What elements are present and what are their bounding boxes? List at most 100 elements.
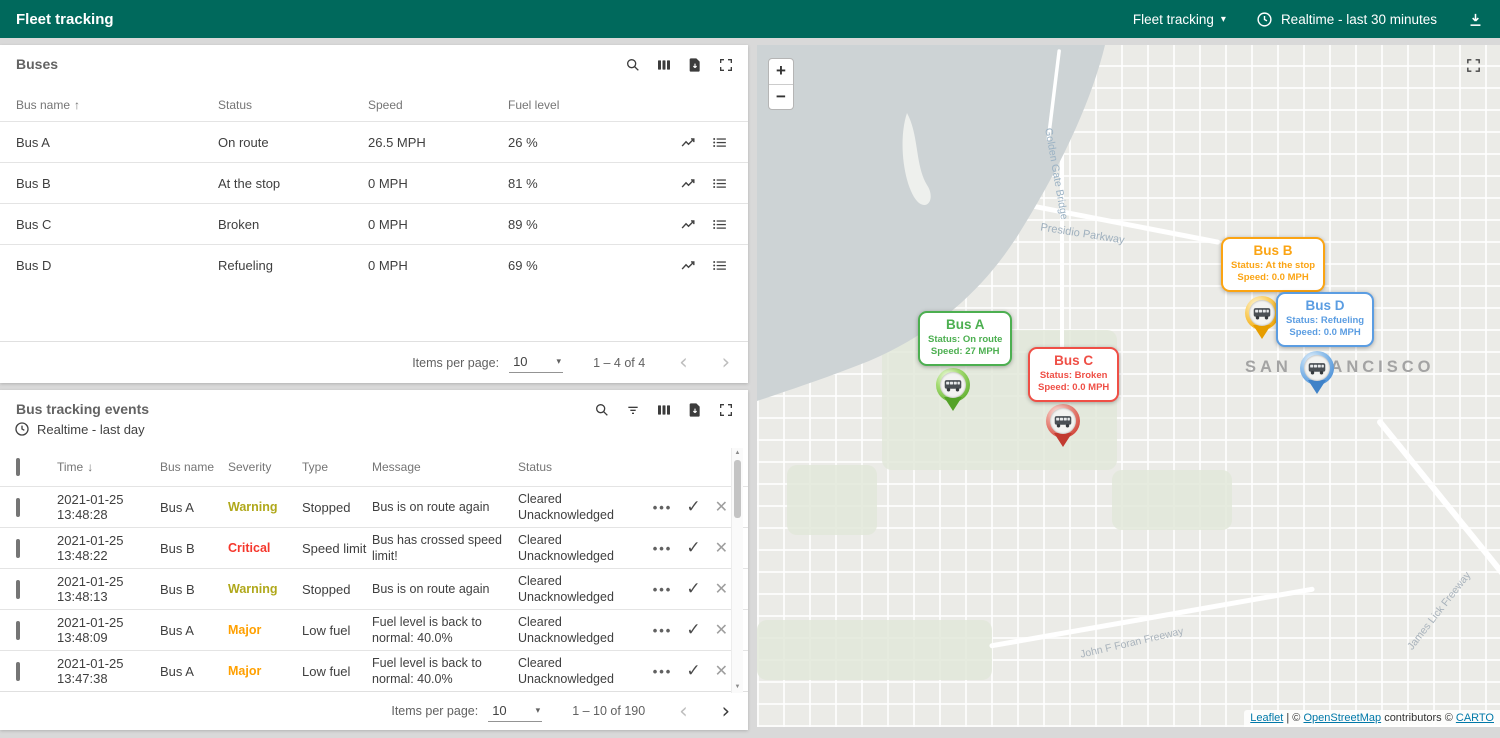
select-all-checkbox[interactable]	[16, 458, 20, 476]
leaflet-link[interactable]: Leaflet	[1250, 712, 1283, 724]
popup-bus-speed: Speed: 0.0 MPH	[1038, 382, 1109, 394]
fullscreen-icon[interactable]	[718, 57, 734, 73]
row-checkbox[interactable]	[16, 621, 20, 640]
column-header-speed[interactable]: Speed	[368, 98, 508, 112]
row-checkbox[interactable]	[16, 539, 20, 558]
bus-c-popup[interactable]: Bus C Status: Broken Speed: 0.0 MPH	[1028, 347, 1119, 402]
bus-d-popup[interactable]: Bus D Status: Refueling Speed: 0.0 MPH	[1276, 292, 1374, 347]
bus-a-popup[interactable]: Bus A Status: On route Speed: 27 MPH	[918, 311, 1012, 366]
fleet-map[interactable]: SAN FRANCISCO Presidio Parkway Golden Ga…	[757, 45, 1500, 727]
column-header-message[interactable]: Message	[372, 460, 518, 474]
map-zoom-control: + −	[768, 58, 794, 110]
bus-b-popup[interactable]: Bus B Status: At the stop Speed: 0.0 MPH	[1221, 237, 1325, 292]
column-header-status[interactable]: Status	[518, 460, 632, 474]
top-bar-right: Fleet tracking ▾ Realtime - last 30 minu…	[1133, 11, 1484, 28]
export-file-icon[interactable]	[687, 57, 703, 73]
items-per-page-select[interactable]: 10 ▾	[509, 352, 563, 373]
column-header-bus-name[interactable]: Bus name ↑	[16, 98, 218, 112]
dashboard-selector[interactable]: Fleet tracking ▾	[1133, 12, 1226, 27]
column-header-bus-name[interactable]: Bus name	[160, 460, 228, 474]
row-checkbox[interactable]	[16, 662, 20, 681]
bus-d-pin[interactable]	[1300, 351, 1334, 385]
chart-icon[interactable]	[680, 175, 697, 192]
next-page-button[interactable]: ›	[722, 352, 730, 373]
columns-icon[interactable]	[656, 402, 672, 418]
carto-link[interactable]: CARTO	[1456, 712, 1494, 724]
event-time-cell: 2021-01-25 13:48:13	[57, 574, 160, 604]
column-header-severity[interactable]: Severity	[228, 460, 302, 474]
list-icon[interactable]	[711, 134, 728, 151]
next-page-button[interactable]: ›	[722, 701, 730, 722]
events-panel-header: Bus tracking events Realtime - last day	[0, 390, 748, 448]
event-message-cell: Bus is on route again	[372, 499, 518, 515]
chart-icon[interactable]	[680, 216, 697, 233]
popup-bus-status: Status: On route	[928, 334, 1002, 346]
scrollbar-thumb[interactable]	[734, 460, 741, 518]
list-icon[interactable]	[711, 175, 728, 192]
more-options-icon[interactable]: •••	[653, 623, 673, 638]
bus-c-pin[interactable]	[1046, 404, 1080, 438]
acknowledge-icon[interactable]: ✓	[686, 620, 700, 640]
row-checkbox[interactable]	[16, 580, 20, 599]
download-button[interactable]	[1467, 11, 1484, 28]
event-status-cell: ClearedUnacknowledged	[518, 491, 632, 524]
column-header-type[interactable]: Type	[302, 460, 372, 474]
popup-bus-name: Bus B	[1231, 243, 1315, 260]
export-file-icon[interactable]	[687, 402, 703, 418]
zoom-out-button[interactable]: −	[769, 85, 793, 110]
dismiss-icon[interactable]: ✕	[715, 620, 728, 640]
more-options-icon[interactable]: •••	[653, 541, 673, 556]
chart-icon[interactable]	[680, 257, 697, 274]
more-options-icon[interactable]: •••	[653, 664, 673, 679]
search-icon[interactable]	[625, 57, 641, 73]
osm-link[interactable]: OpenStreetMap	[1303, 712, 1381, 724]
events-toolbar	[594, 402, 734, 418]
column-header-status[interactable]: Status	[218, 98, 368, 112]
column-header-fuel[interactable]: Fuel level	[508, 98, 648, 112]
dismiss-icon[interactable]: ✕	[715, 538, 728, 558]
dismiss-icon[interactable]: ✕	[715, 497, 728, 517]
dismiss-icon[interactable]: ✕	[715, 661, 728, 681]
acknowledge-icon[interactable]: ✓	[686, 497, 700, 517]
events-scrollbar[interactable]: ▲ ▼	[731, 448, 743, 693]
buses-table-header: Bus name ↑ Status Speed Fuel level	[0, 89, 748, 121]
list-icon[interactable]	[711, 216, 728, 233]
acknowledge-icon[interactable]: ✓	[686, 579, 700, 599]
fullscreen-icon[interactable]	[718, 402, 734, 418]
column-header-time[interactable]: Time ↓	[57, 460, 160, 474]
table-row: 2021-01-25 13:48:13 Bus B Warning Stoppe…	[0, 568, 748, 609]
prev-page-button[interactable]: ‹	[679, 701, 687, 722]
chart-icon[interactable]	[680, 134, 697, 151]
page-range: 1 – 4 of 4	[593, 356, 645, 370]
items-per-page-select[interactable]: 10 ▾	[488, 701, 542, 722]
search-icon[interactable]	[594, 402, 610, 418]
event-status-cell: ClearedUnacknowledged	[518, 532, 632, 565]
map-water	[757, 45, 1500, 727]
scroll-up-icon[interactable]: ▲	[732, 448, 743, 459]
severity-badge: Critical	[228, 541, 302, 555]
severity-badge: Major	[228, 623, 302, 637]
scroll-down-icon[interactable]: ▼	[732, 682, 743, 693]
row-checkbox[interactable]	[16, 498, 20, 517]
bus-status-cell: On route	[218, 135, 368, 150]
prev-page-button[interactable]: ‹	[679, 352, 687, 373]
acknowledge-icon[interactable]: ✓	[686, 538, 700, 558]
event-time-cell: 2021-01-25 13:48:09	[57, 615, 160, 645]
events-time-range[interactable]: Realtime - last day	[14, 421, 145, 437]
zoom-in-button[interactable]: +	[769, 59, 793, 85]
more-options-icon[interactable]: •••	[653, 500, 673, 515]
global-time-range[interactable]: Realtime - last 30 minutes	[1256, 11, 1437, 28]
app-title: Fleet tracking	[16, 11, 114, 28]
columns-icon[interactable]	[656, 57, 672, 73]
list-icon[interactable]	[711, 257, 728, 274]
bus-fuel-cell: 89 %	[508, 217, 648, 232]
bus-b-pin[interactable]	[1245, 296, 1279, 330]
acknowledge-icon[interactable]: ✓	[686, 661, 700, 681]
filter-icon[interactable]	[625, 402, 641, 418]
table-row: 2021-01-25 13:48:28 Bus A Warning Stoppe…	[0, 486, 748, 527]
bus-a-pin[interactable]	[936, 368, 970, 402]
table-row: 2021-01-25 13:48:09 Bus A Major Low fuel…	[0, 609, 748, 650]
more-options-icon[interactable]: •••	[653, 582, 673, 597]
dismiss-icon[interactable]: ✕	[715, 579, 728, 599]
map-fullscreen-button[interactable]	[1465, 57, 1482, 74]
